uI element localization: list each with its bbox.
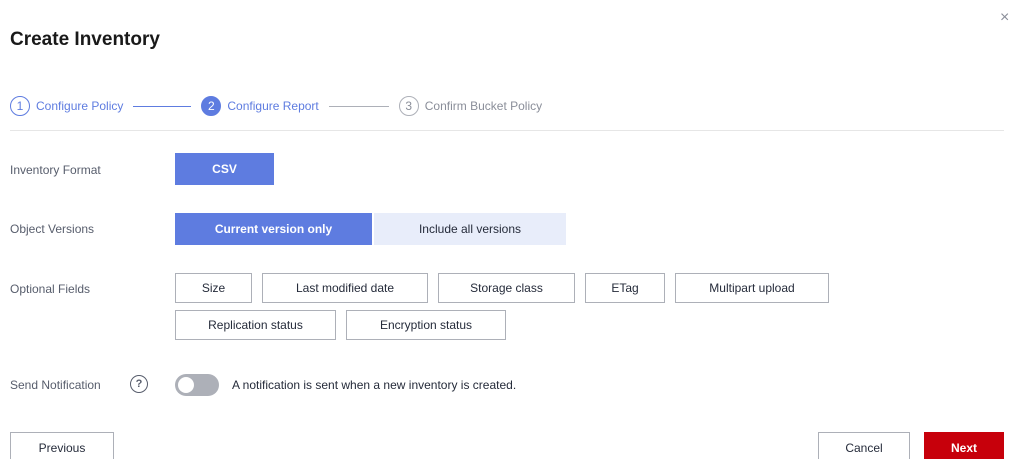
close-icon[interactable]: × <box>1000 10 1014 26</box>
step-configure-policy[interactable]: 1 Configure Policy <box>10 96 123 116</box>
dialog-title: Create Inventory <box>10 29 160 50</box>
step-label-configure-report: Configure Report <box>227 99 319 113</box>
field-chip-encryption-status[interactable]: Encryption status <box>346 310 506 340</box>
inventory-format-label: Inventory Format <box>10 163 101 177</box>
notification-description: A notification is sent when a new invent… <box>232 378 517 392</box>
step-configure-report: 2 Configure Report <box>201 96 319 116</box>
field-chip-last-modified-date[interactable]: Last modified date <box>262 273 428 303</box>
step-connector <box>328 105 389 107</box>
format-option-csv[interactable]: CSV <box>175 153 274 185</box>
step-number-3: 3 <box>398 96 419 116</box>
field-chip-storage-class[interactable]: Storage class <box>438 273 575 303</box>
step-confirm-bucket-policy: 3 Confirm Bucket Policy <box>398 96 543 116</box>
notification-toggle[interactable] <box>175 374 219 396</box>
field-chip-size[interactable]: Size <box>175 273 252 303</box>
cancel-button[interactable]: Cancel <box>818 432 910 459</box>
divider <box>10 130 1004 131</box>
step-label-configure-policy: Configure Policy <box>36 99 124 113</box>
toggle-knob <box>178 377 194 393</box>
field-chip-replication-status[interactable]: Replication status <box>175 310 336 340</box>
help-icon[interactable]: ? <box>130 375 148 393</box>
field-chip-etag[interactable]: ETag <box>585 273 665 303</box>
version-option-include-all[interactable]: Include all versions <box>374 213 566 245</box>
optional-fields-label: Optional Fields <box>10 282 91 296</box>
send-notification-label: Send Notification <box>10 378 101 392</box>
field-chip-multipart-upload[interactable]: Multipart upload <box>675 273 829 303</box>
stepper: 1 Configure Policy 2 Configure Report 3 … <box>10 95 542 117</box>
step-number-1: 1 <box>10 96 30 116</box>
step-number-2: 2 <box>201 96 222 116</box>
step-connector <box>133 105 192 107</box>
next-button[interactable]: Next <box>924 432 1004 459</box>
step-label-confirm-bucket-policy: Confirm Bucket Policy <box>424 99 543 113</box>
object-versions-label: Object Versions <box>10 222 95 236</box>
previous-button[interactable]: Previous <box>10 432 114 459</box>
version-option-current-only[interactable]: Current version only <box>175 213 372 245</box>
